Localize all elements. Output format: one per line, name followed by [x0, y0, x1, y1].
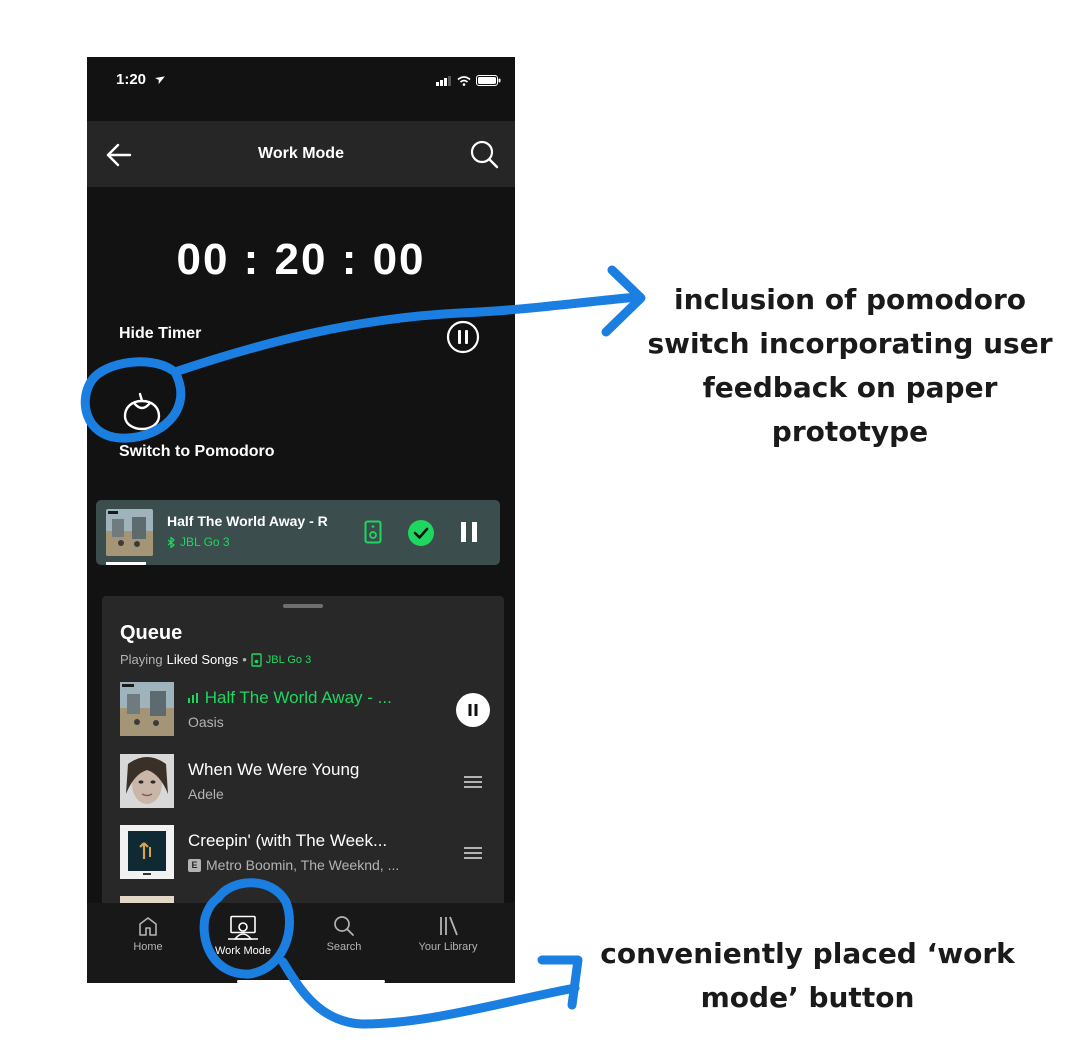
- queue-context: Playing Liked Songs • JBL Go 3: [120, 652, 312, 667]
- status-time: 1:20: [116, 71, 166, 88]
- explicit-badge: E: [188, 858, 201, 872]
- status-icons: [436, 75, 501, 86]
- now-playing-title: Half The World Away - R: [167, 513, 328, 529]
- header-bar: Work Mode: [87, 121, 515, 187]
- timer-display: 00 : 20 : 00: [176, 235, 426, 284]
- pomodoro-arrow-head: [601, 265, 646, 337]
- work-mode-icon: [228, 915, 258, 940]
- queue-title: Queue: [120, 622, 183, 644]
- speaker-device-icon[interactable]: [364, 520, 382, 544]
- search-icon: [334, 916, 354, 936]
- queue-item-artist: Oasis: [188, 714, 224, 730]
- queue-item[interactable]: When We Were Young Adele: [120, 754, 490, 808]
- queue-item[interactable]: Creepin' (with The Week... E Metro Boomi…: [120, 825, 490, 879]
- location-arrow-icon: [155, 76, 166, 85]
- liked-check-icon[interactable]: [407, 519, 435, 547]
- signal-icon: [436, 75, 451, 86]
- status-bar: 1:20: [87, 57, 515, 121]
- pause-circle-icon[interactable]: [446, 320, 480, 354]
- queue-item-artist: Adele: [188, 786, 224, 802]
- playlist-name[interactable]: Liked Songs: [167, 652, 239, 667]
- speaker-device-icon: [251, 652, 262, 667]
- pause-circle-icon[interactable]: [456, 693, 490, 727]
- tab-home[interactable]: Home: [98, 915, 198, 953]
- equalizer-icon: [188, 693, 198, 703]
- wifi-icon: [457, 75, 471, 86]
- album-art: [120, 682, 174, 736]
- reorder-handle-icon[interactable]: [456, 765, 490, 799]
- hide-timer-button[interactable]: Hide Timer: [119, 325, 201, 343]
- bottom-tab-bar: Home Work Mode Search Your Library: [87, 903, 515, 983]
- tab-work-mode[interactable]: Work Mode: [193, 915, 293, 957]
- pause-icon[interactable]: [458, 520, 480, 544]
- bluetooth-icon: [167, 536, 175, 548]
- annotation-work-mode-note: conveniently placed ‘work mode’ button: [600, 937, 1015, 1014]
- switch-to-pomodoro-button[interactable]: Switch to Pomodoro: [119, 443, 275, 461]
- battery-icon: [476, 75, 501, 86]
- search-icon[interactable]: [469, 139, 499, 169]
- now-playing-bar[interactable]: Half The World Away - R JBL Go 3: [96, 500, 500, 565]
- queue-item-title: Creepin' (with The Week...: [188, 831, 388, 850]
- queue-panel: Queue Playing Liked Songs • JBL Go 3 Hal…: [102, 596, 504, 926]
- queue-item-title: Half The World Away - ...: [188, 688, 392, 708]
- reorder-handle-icon[interactable]: [456, 836, 490, 870]
- album-art: [120, 825, 174, 879]
- album-art: [106, 509, 153, 556]
- page-title: Work Mode: [258, 145, 344, 162]
- phone-screen: 1:20 Work Mode 00 : 20 : 00 Hide Timer S…: [87, 57, 515, 983]
- tomato-icon[interactable]: [122, 391, 162, 431]
- work-mode-arrow-head: [537, 955, 583, 1010]
- playback-progress[interactable]: [106, 562, 147, 565]
- tab-search[interactable]: Search: [294, 915, 394, 953]
- library-icon: [440, 916, 458, 936]
- queue-item-title: When We Were Young: [188, 760, 360, 779]
- home-icon: [139, 917, 157, 936]
- queue-item-artist: E Metro Boomin, The Weeknd, ...: [188, 857, 399, 873]
- album-art: [120, 754, 174, 808]
- tab-your-library[interactable]: Your Library: [398, 915, 498, 953]
- home-indicator: [237, 980, 385, 983]
- drag-handle[interactable]: [283, 604, 323, 608]
- queue-item[interactable]: Half The World Away - ... Oasis: [120, 682, 490, 736]
- annotation-pomodoro-note: inclusion of pomodoro switch incorporati…: [647, 283, 1053, 448]
- now-playing-device: JBL Go 3: [167, 535, 230, 549]
